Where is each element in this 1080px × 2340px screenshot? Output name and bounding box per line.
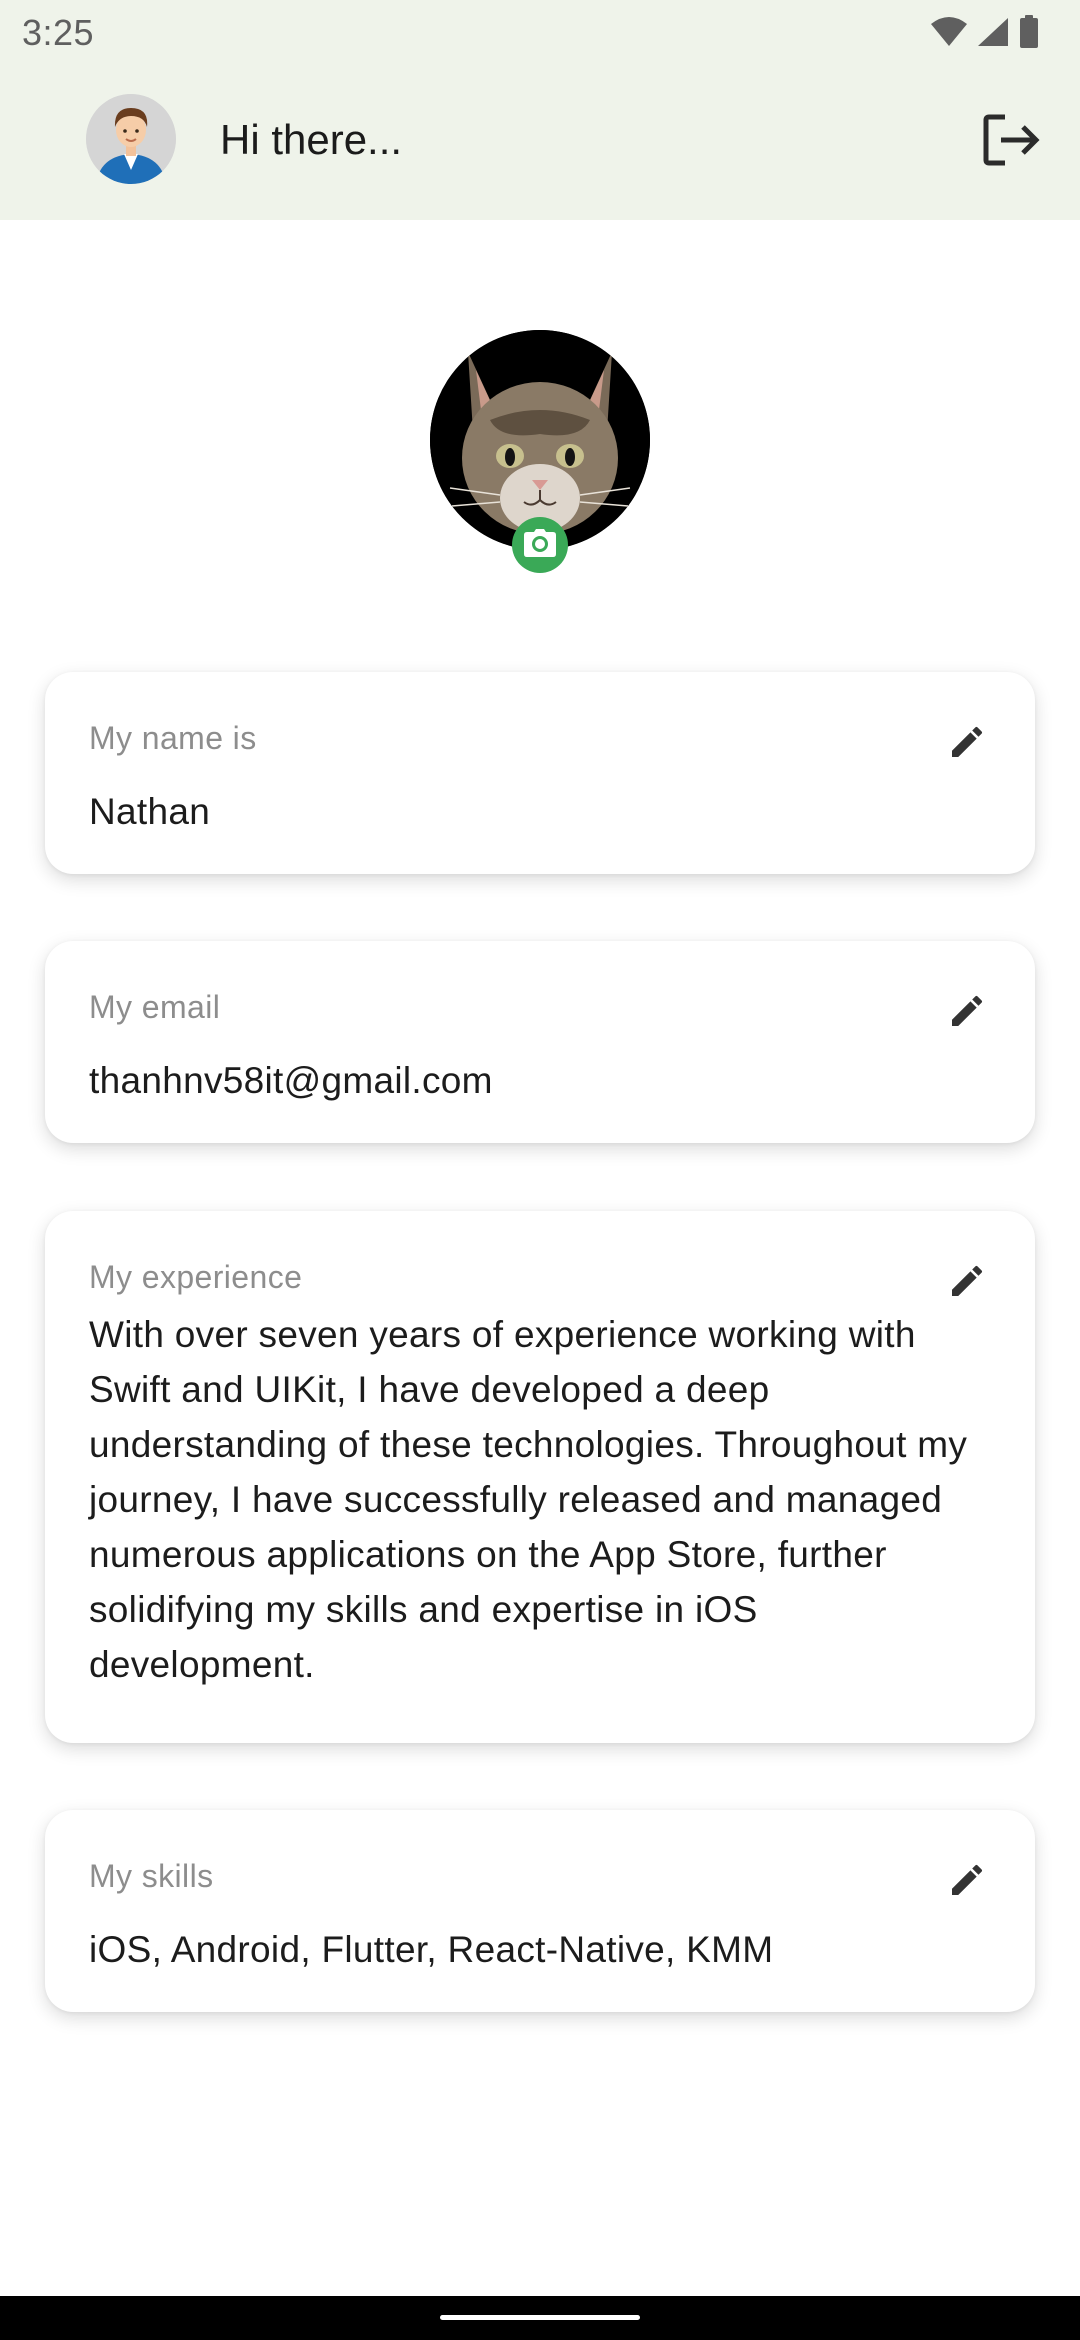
cellular-signal-icon (976, 16, 1010, 53)
name-label: My name is (89, 720, 257, 756)
status-icons (930, 14, 1040, 54)
status-time: 3:25 (22, 12, 95, 53)
pencil-icon (947, 1261, 987, 1306)
experience-label: My experience (89, 1259, 303, 1295)
skills-label: My skills (89, 1858, 214, 1894)
wifi-icon (930, 16, 968, 53)
email-value: thanhnv58it@gmail.com (89, 1060, 493, 1101)
system-nav-bar (0, 2296, 1080, 2340)
logout-button[interactable] (980, 110, 1044, 174)
logout-icon (983, 113, 1041, 172)
home-indicator[interactable] (440, 2315, 640, 2320)
experience-value: With over seven years of experience work… (89, 1314, 968, 1685)
app-bar: Hi there... (0, 68, 1080, 220)
skills-value: iOS, Android, Flutter, React-Native, KMM (89, 1929, 774, 1970)
skills-card: My skills iOS, Android, Flutter, React-N… (45, 1810, 1035, 2012)
camera-icon (523, 528, 557, 563)
greeting-title: Hi there... (220, 116, 403, 163)
pencil-icon (947, 1860, 987, 1905)
edit-experience-button[interactable] (939, 1255, 995, 1311)
name-value: Nathan (89, 791, 211, 832)
change-photo-button[interactable] (512, 517, 568, 573)
pencil-icon (947, 722, 987, 767)
experience-card: My experience With over seven years of e… (45, 1211, 1035, 1743)
user-avatar[interactable] (86, 94, 176, 184)
name-card: My name is Nathan (45, 672, 1035, 874)
email-card: My email thanhnv58it@gmail.com (45, 941, 1035, 1143)
email-label: My email (89, 989, 221, 1025)
battery-icon (1018, 14, 1040, 54)
status-bar: 3:25 (0, 0, 1080, 68)
edit-skills-button[interactable] (939, 1854, 995, 1910)
pencil-icon (947, 991, 987, 1036)
edit-name-button[interactable] (939, 716, 995, 772)
edit-email-button[interactable] (939, 985, 995, 1041)
